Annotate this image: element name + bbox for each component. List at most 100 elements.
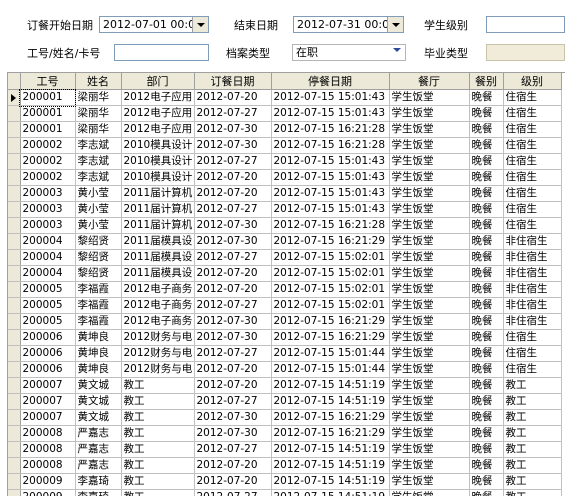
cell-level[interactable]: 住宿生 bbox=[503, 346, 561, 362]
cell-stop-date[interactable]: 2012-07-15 15:01:43 bbox=[271, 186, 389, 202]
cell-order-date[interactable]: 2012-07-20 bbox=[194, 458, 271, 474]
row-indicator[interactable] bbox=[8, 218, 20, 234]
cell-id[interactable]: 200005 bbox=[20, 298, 75, 314]
cell-canteen[interactable]: 学生饭堂 bbox=[389, 266, 469, 282]
cell-name[interactable]: 黎绍贤 bbox=[75, 250, 121, 266]
cell-order-date[interactable]: 2012-07-27 bbox=[194, 250, 271, 266]
cell-stop-date[interactable]: 2012-07-15 14:51:19 bbox=[271, 394, 389, 410]
cell-stop-date[interactable]: 2012-07-15 16:21:28 bbox=[271, 122, 389, 138]
cell-meal[interactable]: 晚餐 bbox=[469, 122, 503, 138]
cell-order-date[interactable]: 2012-07-30 bbox=[194, 410, 271, 426]
cell-id[interactable]: 200004 bbox=[20, 266, 75, 282]
student-level-combo[interactable] bbox=[486, 16, 565, 33]
cell-dept[interactable]: 教工 bbox=[121, 394, 194, 410]
cell-canteen[interactable]: 学生饭堂 bbox=[389, 202, 469, 218]
cell-stop-date[interactable]: 2012-07-15 15:01:43 bbox=[271, 154, 389, 170]
cell-meal[interactable]: 晚餐 bbox=[469, 90, 503, 106]
cell-id[interactable]: 200006 bbox=[20, 346, 75, 362]
cell-level[interactable]: 非住宿生 bbox=[503, 234, 561, 250]
cell-name[interactable]: 黄文城 bbox=[75, 378, 121, 394]
col-header-order-date[interactable]: 订餐日期 bbox=[194, 73, 271, 90]
cell-level[interactable]: 住宿生 bbox=[503, 170, 561, 186]
cell-canteen[interactable]: 学生饭堂 bbox=[389, 282, 469, 298]
cell-order-date[interactable]: 2012-07-20 bbox=[194, 474, 271, 490]
cell-canteen[interactable]: 学生饭堂 bbox=[389, 378, 469, 394]
cell-level[interactable]: 住宿生 bbox=[503, 138, 561, 154]
cell-id[interactable]: 200008 bbox=[20, 458, 75, 474]
cell-level[interactable]: 教工 bbox=[503, 474, 561, 490]
cell-level[interactable]: 教工 bbox=[503, 378, 561, 394]
cell-stop-date[interactable]: 2012-07-15 16:21:29 bbox=[271, 314, 389, 330]
cell-canteen[interactable]: 学生饭堂 bbox=[389, 330, 469, 346]
meal-order-grid[interactable]: 工号 姓名 部门 订餐日期 停餐日期 餐厅 餐别 级别 200001梁丽华201… bbox=[7, 72, 565, 496]
cell-name[interactable]: 黄文城 bbox=[75, 394, 121, 410]
id-name-card-input[interactable] bbox=[114, 44, 209, 61]
archive-type-combo[interactable]: 在职 bbox=[292, 44, 406, 61]
cell-level[interactable]: 住宿生 bbox=[503, 186, 561, 202]
cell-id[interactable]: 200004 bbox=[20, 234, 75, 250]
cell-name[interactable]: 李福霞 bbox=[75, 314, 121, 330]
table-row[interactable]: 200007黄文城教工2012-07-272012-07-15 14:51:19… bbox=[8, 394, 561, 410]
cell-meal[interactable]: 晚餐 bbox=[469, 474, 503, 490]
row-indicator[interactable] bbox=[8, 266, 20, 282]
row-indicator[interactable] bbox=[8, 202, 20, 218]
cell-dept[interactable]: 教工 bbox=[121, 410, 194, 426]
cell-stop-date[interactable]: 2012-07-15 16:21:28 bbox=[271, 138, 389, 154]
cell-level[interactable]: 教工 bbox=[503, 442, 561, 458]
cell-dept[interactable]: 2010模具设计 bbox=[121, 138, 194, 154]
cell-order-date[interactable]: 2012-07-30 bbox=[194, 234, 271, 250]
table-row[interactable]: 200002李志斌2010模具设计2012-07-302012-07-15 16… bbox=[8, 138, 561, 154]
cell-meal[interactable]: 晚餐 bbox=[469, 106, 503, 122]
row-indicator[interactable] bbox=[8, 394, 20, 410]
cell-level[interactable]: 非住宿生 bbox=[503, 298, 561, 314]
cell-meal[interactable]: 晚餐 bbox=[469, 314, 503, 330]
cell-level[interactable]: 教工 bbox=[503, 426, 561, 442]
cell-dept[interactable]: 2012电子商务 bbox=[121, 282, 194, 298]
cell-name[interactable]: 李志斌 bbox=[75, 154, 121, 170]
row-indicator[interactable] bbox=[8, 458, 20, 474]
row-indicator[interactable] bbox=[8, 490, 20, 496]
cell-dept[interactable]: 2012电子应用 bbox=[121, 122, 194, 138]
cell-name[interactable]: 黄小莹 bbox=[75, 218, 121, 234]
end-date-picker[interactable]: 2012-07-31 00:00 bbox=[293, 16, 404, 33]
cell-stop-date[interactable]: 2012-07-15 15:01:43 bbox=[271, 170, 389, 186]
cell-dept[interactable]: 2012电子商务 bbox=[121, 298, 194, 314]
cell-meal[interactable]: 晚餐 bbox=[469, 154, 503, 170]
table-row[interactable]: 200006黄坤良2012财务与电2012-07-302012-07-15 16… bbox=[8, 330, 561, 346]
cell-name[interactable]: 严嘉志 bbox=[75, 426, 121, 442]
cell-id[interactable]: 200003 bbox=[20, 202, 75, 218]
cell-dept[interactable]: 2011届计算机 bbox=[121, 202, 194, 218]
col-header-name[interactable]: 姓名 bbox=[75, 73, 121, 90]
cell-id[interactable]: 200007 bbox=[20, 394, 75, 410]
table-row[interactable]: 200009李嘉琦教工2012-07-202012-07-15 14:51:19… bbox=[8, 474, 561, 490]
cell-stop-date[interactable]: 2012-07-15 14:51:19 bbox=[271, 442, 389, 458]
cell-stop-date[interactable]: 2012-07-15 15:01:43 bbox=[271, 202, 389, 218]
cell-name[interactable]: 李志斌 bbox=[75, 138, 121, 154]
cell-level[interactable]: 教工 bbox=[503, 410, 561, 426]
row-indicator[interactable] bbox=[8, 186, 20, 202]
col-header-id[interactable]: 工号 bbox=[20, 73, 75, 90]
cell-canteen[interactable]: 学生饭堂 bbox=[389, 458, 469, 474]
cell-stop-date[interactable]: 2012-07-15 16:21:29 bbox=[271, 330, 389, 346]
cell-level[interactable]: 非住宿生 bbox=[503, 266, 561, 282]
table-row[interactable]: 200008严嘉志教工2012-07-202012-07-15 14:51:19… bbox=[8, 458, 561, 474]
table-row[interactable]: 200009李嘉琦教工2012-07-272012-07-15 14:51:19… bbox=[8, 490, 561, 496]
cell-canteen[interactable]: 学生饭堂 bbox=[389, 346, 469, 362]
row-indicator[interactable] bbox=[8, 314, 20, 330]
row-indicator[interactable] bbox=[8, 90, 20, 106]
cell-level[interactable]: 住宿生 bbox=[503, 154, 561, 170]
cell-dept[interactable]: 2012电子应用 bbox=[121, 90, 194, 106]
cell-level[interactable]: 住宿生 bbox=[503, 122, 561, 138]
cell-id[interactable]: 200009 bbox=[20, 474, 75, 490]
cell-id[interactable]: 200001 bbox=[20, 106, 75, 122]
cell-dept[interactable]: 教工 bbox=[121, 474, 194, 490]
table-row[interactable]: 200005李福霞2012电子商务2012-07-202012-07-15 15… bbox=[8, 282, 561, 298]
cell-dept[interactable]: 2011届计算机 bbox=[121, 218, 194, 234]
cell-order-date[interactable]: 2012-07-30 bbox=[194, 138, 271, 154]
table-row[interactable]: 200001梁丽华2012电子应用2012-07-202012-07-15 15… bbox=[8, 90, 561, 106]
table-row[interactable]: 200004黎绍贤2011届模具设2012-07-202012-07-15 15… bbox=[8, 266, 561, 282]
cell-level[interactable]: 非住宿生 bbox=[503, 282, 561, 298]
cell-order-date[interactable]: 2012-07-27 bbox=[194, 298, 271, 314]
cell-name[interactable]: 李福霞 bbox=[75, 298, 121, 314]
row-indicator[interactable] bbox=[8, 170, 20, 186]
